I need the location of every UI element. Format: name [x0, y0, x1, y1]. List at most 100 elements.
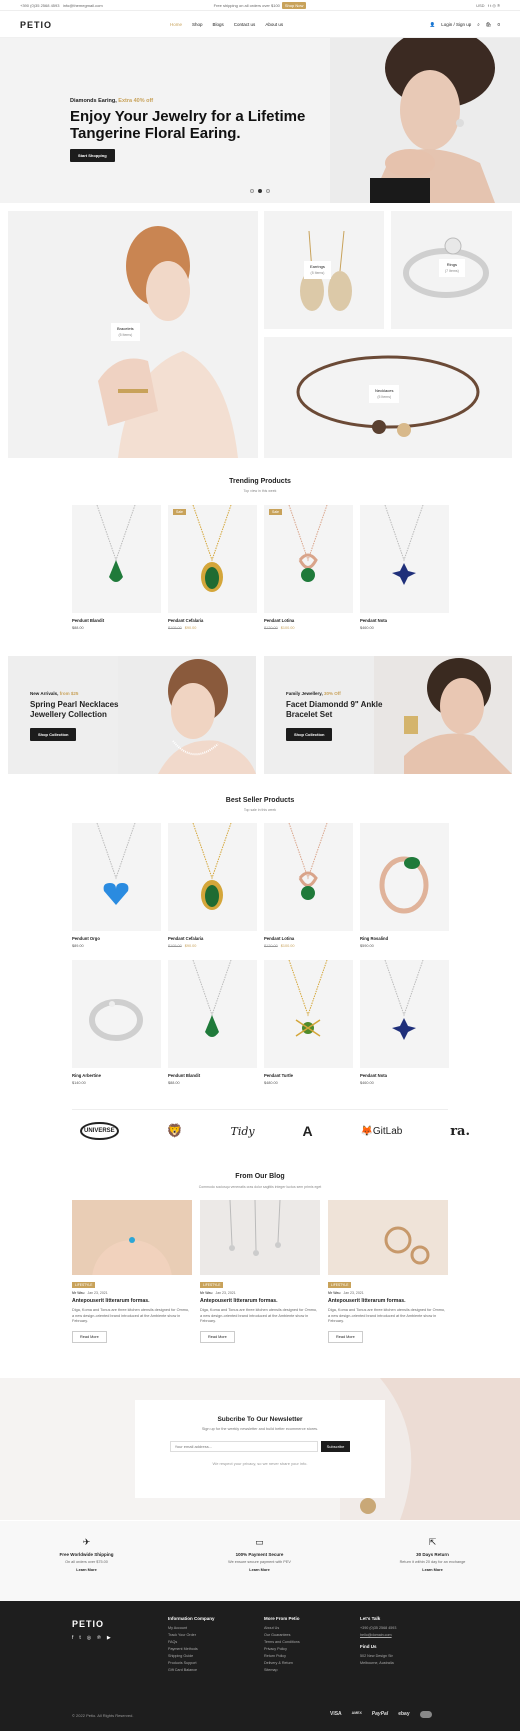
promo-bracelet-banner[interactable]: Family Jewellery, 30% Off Facet Diamondd…: [264, 656, 512, 774]
blog-post-title[interactable]: Antepouserit litterarum formas.: [72, 1298, 192, 1304]
product-card[interactable]: Sale Pendant Cefalaria $105.00 $90.00: [168, 505, 257, 630]
footer-link[interactable]: Gift Card Balance: [168, 1667, 215, 1674]
facebook-icon[interactable]: f: [72, 1635, 73, 1641]
email-link[interactable]: info@themegmail.com: [63, 3, 103, 8]
product-name[interactable]: Pendant Lotina: [264, 936, 353, 941]
nav-blogs[interactable]: Blogs: [213, 22, 224, 27]
promo-pearl-button[interactable]: Shop Collection: [30, 728, 77, 741]
nav-about[interactable]: About us: [265, 22, 283, 27]
product-card[interactable]: Pendunt Blandit $88.00: [72, 505, 161, 630]
footer-link[interactable]: Our Guarantees: [264, 1632, 300, 1639]
product-image[interactable]: [168, 823, 257, 931]
product-card[interactable]: Pendant Cefalaria $105.00 $90.00: [168, 823, 257, 948]
category-necklaces-tile[interactable]: Necklaces (5 Items): [264, 337, 512, 458]
product-card[interactable]: Pendant Turtle $480.00: [264, 960, 353, 1085]
brand-gitlab-logo[interactable]: 🦊GitLab: [360, 1126, 402, 1137]
footer-link[interactable]: My Account: [168, 1625, 215, 1632]
footer-link[interactable]: Products Support: [168, 1660, 215, 1667]
brand-tidy-logo[interactable]: Tidy: [231, 1125, 255, 1138]
start-shopping-button[interactable]: Start Shopping: [70, 149, 115, 162]
footer-email-link[interactable]: hello@domain.com: [360, 1632, 396, 1639]
facebook-icon[interactable]: f: [488, 3, 489, 8]
category-earrings-tile[interactable]: Earrings (5 Items): [264, 211, 384, 329]
brand-universe-logo[interactable]: UNIVERSE: [80, 1122, 119, 1140]
product-name[interactable]: Pendant Cefalaria: [168, 618, 257, 623]
product-image[interactable]: [72, 960, 161, 1068]
blog-post-title[interactable]: Antepouserit litterarum formas.: [200, 1298, 320, 1304]
slide-dot[interactable]: [250, 189, 254, 193]
feature-shipping-link[interactable]: Learn More: [0, 1568, 173, 1572]
read-more-button[interactable]: Read More: [200, 1330, 235, 1343]
product-name[interactable]: Pendant Lotina: [264, 618, 353, 623]
footer-link[interactable]: Return Policy: [264, 1653, 300, 1660]
product-image[interactable]: Sale: [264, 505, 353, 613]
slide-dot[interactable]: [266, 189, 270, 193]
login-link[interactable]: Login / Sign up: [441, 22, 471, 27]
nav-home[interactable]: Home: [170, 22, 182, 27]
subscribe-button[interactable]: Subscribe: [320, 1441, 351, 1452]
product-image[interactable]: [360, 960, 449, 1068]
read-more-button[interactable]: Read More: [328, 1330, 363, 1343]
brand-a-logo[interactable]: A: [302, 1123, 312, 1139]
instagram-icon[interactable]: ◎: [87, 1635, 91, 1641]
brand-ra-logo[interactable]: ra.: [450, 1124, 470, 1139]
nav-contact[interactable]: Contact us: [234, 22, 256, 27]
footer-link[interactable]: Delivery & Return: [264, 1660, 300, 1667]
footer-logo[interactable]: PETIO: [72, 1619, 104, 1629]
footer-link[interactable]: Payment Methods: [168, 1646, 215, 1653]
blog-post-title[interactable]: Antepouserit litterarum formas.: [328, 1298, 448, 1304]
product-image[interactable]: Sale: [168, 505, 257, 613]
instagram-icon[interactable]: ◎: [492, 3, 496, 8]
slide-dot-active[interactable]: [258, 189, 262, 193]
shop-now-button[interactable]: Shop Now: [281, 1, 307, 9]
site-logo[interactable]: PETIO: [20, 20, 170, 30]
product-image[interactable]: [72, 823, 161, 931]
footer-link[interactable]: Terms and Conditions: [264, 1639, 300, 1646]
product-card[interactable]: Ring Rosalind $590.00: [360, 823, 449, 948]
product-name[interactable]: Pendant Nota: [360, 1073, 449, 1078]
promo-bracelet-button[interactable]: Shop Collection: [286, 728, 333, 741]
product-card[interactable]: Pendunt Orgo $89.00: [72, 823, 161, 948]
blog-tag[interactable]: LIFESTYLE: [72, 1282, 96, 1288]
nav-shop[interactable]: Shop: [192, 22, 203, 27]
product-name[interactable]: Pendunt Blandit: [168, 1073, 257, 1078]
product-image[interactable]: [72, 505, 161, 613]
product-image[interactable]: [264, 960, 353, 1068]
product-name[interactable]: Pendant Turtle: [264, 1073, 353, 1078]
promo-pearl-banner[interactable]: New Arrivals, from $25 Spring Pearl Neck…: [8, 656, 256, 774]
product-card[interactable]: Ring Arbertine $140.00: [72, 960, 161, 1085]
product-image[interactable]: [168, 960, 257, 1068]
product-card[interactable]: Pendant Nota $460.00: [360, 960, 449, 1085]
product-name[interactable]: Pendant Cefalaria: [168, 936, 257, 941]
footer-link[interactable]: Shipping Guide: [168, 1653, 215, 1660]
feature-return-link[interactable]: Learn More: [346, 1568, 519, 1572]
product-image[interactable]: [360, 823, 449, 931]
blog-image[interactable]: [200, 1200, 320, 1275]
newsletter-email-input[interactable]: [169, 1441, 318, 1452]
product-name[interactable]: Pendunt Orgo: [72, 936, 161, 941]
blog-image[interactable]: [328, 1200, 448, 1275]
category-rings-tile[interactable]: Rings (7 Items): [391, 211, 512, 329]
footer-link[interactable]: Privacy Policy: [264, 1646, 300, 1653]
footer-link[interactable]: Track Your Order: [168, 1632, 215, 1639]
feature-payment-link[interactable]: Learn More: [173, 1568, 346, 1572]
blog-tag[interactable]: LIFESTYLE: [200, 1282, 224, 1288]
product-image[interactable]: [360, 505, 449, 613]
blog-tag[interactable]: LIFESTYLE: [328, 1282, 352, 1288]
product-card[interactable]: Pendant Nota $460.00: [360, 505, 449, 630]
youtube-icon[interactable]: ▶: [107, 1635, 111, 1641]
product-card[interactable]: Pendunt Blandit $88.00: [168, 960, 257, 1085]
cart-icon[interactable]: 🛍: [486, 22, 492, 28]
currency-select[interactable]: USD: [476, 3, 484, 8]
product-name[interactable]: Ring Arbertine: [72, 1073, 161, 1078]
blog-image[interactable]: [72, 1200, 192, 1275]
product-name[interactable]: Ring Rosalind: [360, 936, 449, 941]
product-name[interactable]: Pendunt Blandit: [72, 618, 161, 623]
twitter-icon[interactable]: t: [79, 1635, 80, 1641]
brand-lion-logo[interactable]: 🦁: [167, 1123, 183, 1139]
read-more-button[interactable]: Read More: [72, 1330, 107, 1343]
category-bracelets-tile[interactable]: Bracelets (5 Items): [8, 211, 258, 458]
footer-link[interactable]: Sitemap: [264, 1667, 300, 1674]
pinterest-icon[interactable]: ℗: [497, 3, 500, 8]
product-card[interactable]: Pendant Lotina $120.00 $100.00: [264, 823, 353, 948]
